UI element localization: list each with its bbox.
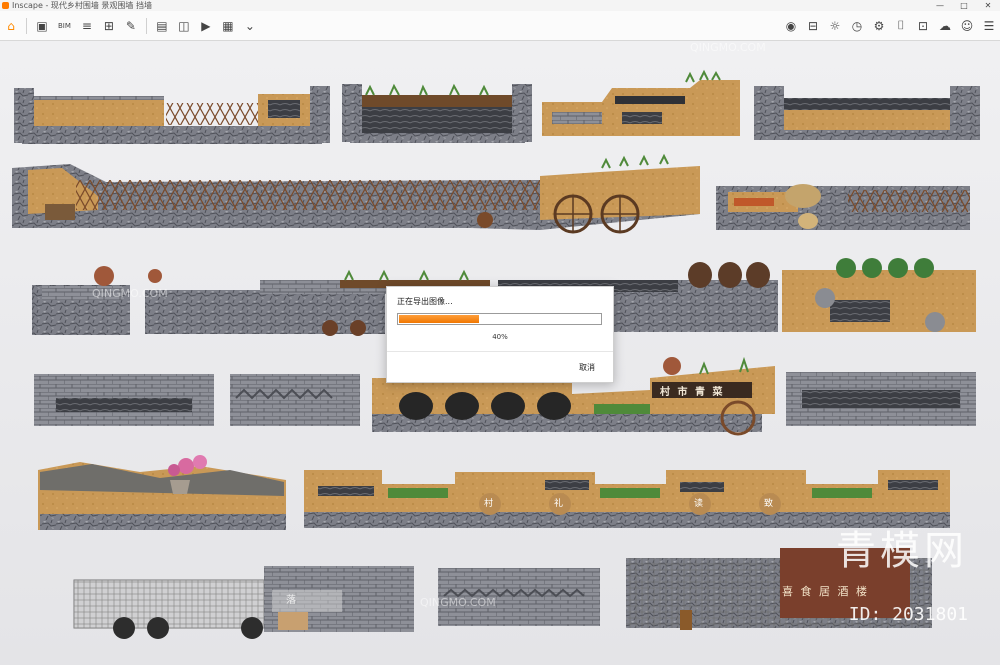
sign-text: 致 bbox=[764, 499, 774, 509]
wall-model bbox=[786, 372, 976, 426]
grid-icon[interactable]: ▦ bbox=[220, 18, 236, 34]
bim-button[interactable]: BIM bbox=[56, 18, 73, 34]
sign-text: 落 bbox=[286, 595, 296, 606]
wall-model bbox=[14, 86, 330, 144]
window-title: Inscape - 现代乡村围墙 景观围墙 挡墙 bbox=[12, 1, 152, 10]
video-icon[interactable]: ▶ bbox=[198, 18, 214, 34]
wall-model bbox=[542, 69, 740, 136]
cube-icon[interactable]: ▣ bbox=[34, 18, 50, 34]
brand-watermark: 青模网 bbox=[836, 528, 968, 574]
minimize-button[interactable]: — bbox=[928, 0, 952, 11]
toolbar-divider bbox=[145, 17, 147, 34]
toolbar: ⌂ ▣ BIM ≡ ⊞ ✎ ▤ ◫ ▶ ▦ ⌄ ◉ ⊟ ☼ ◷ ⚙ ⌷ ⊡ ☁ … bbox=[0, 11, 1000, 41]
title-bar: Inscape - 现代乡村围墙 景观围墙 挡墙 — □ ✕ bbox=[0, 0, 1000, 11]
wall-model bbox=[342, 83, 532, 143]
edit-icon[interactable]: ✎ bbox=[123, 18, 139, 34]
user-icon[interactable]: ☺ bbox=[959, 18, 975, 34]
sign-text: 村 bbox=[484, 499, 494, 509]
wall-model bbox=[754, 86, 980, 140]
app-logo-icon bbox=[2, 2, 9, 9]
clock-icon[interactable]: ◷ bbox=[849, 18, 865, 34]
wall-model bbox=[12, 153, 700, 234]
bookmark-icon[interactable]: ⊡ bbox=[915, 18, 931, 34]
home-icon[interactable]: ⌂ bbox=[3, 18, 19, 34]
dialog-divider bbox=[387, 351, 613, 352]
progress-bar bbox=[397, 313, 602, 325]
wall-model bbox=[716, 184, 970, 230]
close-button[interactable]: ✕ bbox=[976, 0, 1000, 11]
camera-icon[interactable]: ◉ bbox=[783, 18, 799, 34]
watermark-text: QINGMO.COM bbox=[690, 41, 766, 54]
book-icon[interactable]: ⌷ bbox=[893, 18, 909, 34]
chevron-down-icon[interactable]: ⌄ bbox=[242, 18, 258, 34]
sun-icon[interactable]: ☼ bbox=[827, 18, 843, 34]
dialog-message: 正在导出图像... bbox=[397, 297, 453, 306]
sign-text: 村 市 青 菜 bbox=[660, 387, 725, 398]
cloud-icon[interactable]: ☁ bbox=[937, 18, 953, 34]
toolbar-divider bbox=[26, 17, 27, 34]
hierarchy-icon[interactable]: ⊞ bbox=[101, 18, 117, 34]
watermark-text: QINGMO.COM bbox=[420, 596, 496, 609]
wall-model bbox=[782, 258, 976, 332]
export-progress-dialog: 正在导出图像... 40% 取消 bbox=[386, 286, 614, 383]
sign-text: 喜 食 居 酒 楼 bbox=[782, 585, 869, 598]
sign-text: 礼 bbox=[554, 499, 564, 509]
panorama-icon[interactable]: ◫ bbox=[176, 18, 192, 34]
settings-icon[interactable]: ⚙ bbox=[871, 18, 887, 34]
maximize-button[interactable]: □ bbox=[952, 0, 976, 11]
progress-fill bbox=[399, 315, 480, 323]
layers-icon[interactable]: ≡ bbox=[79, 18, 95, 34]
wall-model bbox=[38, 455, 286, 530]
wall-model bbox=[34, 374, 360, 426]
sign-text: 读 bbox=[694, 499, 704, 509]
progress-percent: 40% bbox=[492, 333, 508, 341]
views-icon[interactable]: ⊟ bbox=[805, 18, 821, 34]
image-export-icon[interactable]: ▤ bbox=[154, 18, 170, 34]
id-label: ID: 2031801 bbox=[848, 604, 968, 625]
cancel-button[interactable]: 取消 bbox=[579, 362, 595, 373]
wall-model bbox=[73, 566, 414, 639]
menu-icon[interactable]: ☰ bbox=[981, 18, 997, 34]
watermark-text: QINGMO.COM bbox=[92, 287, 168, 300]
